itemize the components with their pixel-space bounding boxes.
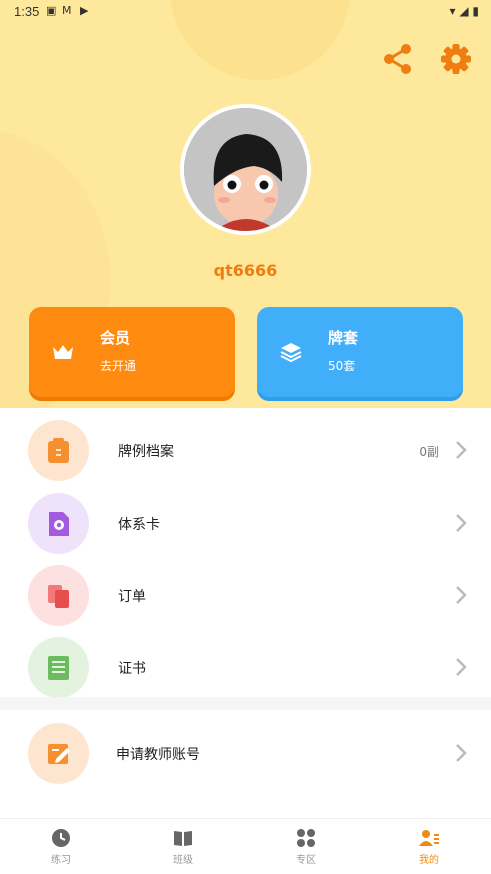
menu-icon-bg (28, 723, 89, 784)
clock-icon (52, 829, 70, 847)
menu-item-label: 申请教师账号 (116, 747, 200, 763)
menu-item-case-archive[interactable]: 牌例档案 0副 (0, 414, 491, 486)
section-divider (0, 697, 491, 710)
tab-class[interactable]: 班级 (122, 819, 244, 874)
status-time: 1:35 (14, 4, 40, 19)
status-right: ▾ ◢ ▮ (449, 4, 479, 18)
chevron-right-icon (456, 441, 467, 459)
tab-practice[interactable]: 练习 (0, 819, 122, 874)
vip-card-title: 会员 (100, 329, 131, 347)
status-bar: 1:35 ▣ M ▶ ▾ ◢ ▮ (0, 0, 491, 24)
document-gear-icon (49, 512, 69, 536)
menu-item-value: 0副 (419, 445, 439, 459)
tab-label: 练习 (51, 855, 71, 866)
certificate-icon (48, 656, 69, 680)
username: qt6666 (213, 261, 278, 280)
tab-zone[interactable]: 专区 (245, 819, 367, 874)
vip-card[interactable]: 会员 去开通 (29, 307, 235, 397)
user-list-icon (419, 830, 439, 846)
menu-item-label: 证书 (118, 661, 146, 677)
signal-icon: ◢ (459, 4, 469, 18)
chevron-right-icon (456, 744, 467, 762)
battery-icon: ▮ (472, 4, 479, 18)
crown-icon (53, 345, 73, 359)
menu-item-label: 体系卡 (118, 517, 160, 533)
chevron-right-icon (456, 586, 467, 604)
deck-card[interactable]: 牌套 50套 (257, 307, 463, 397)
vip-card-subtitle: 去开通 (100, 359, 137, 373)
deck-card-subtitle: 50套 (328, 359, 356, 373)
chevron-right-icon (456, 658, 467, 676)
menu-icon-bg (28, 493, 89, 554)
gmail-icon: M (62, 4, 72, 17)
order-icon (48, 585, 69, 608)
chevron-right-icon (456, 514, 467, 532)
menu-icon-bg (28, 637, 89, 698)
wifi-icon: ▾ (449, 4, 456, 18)
book-icon (174, 831, 192, 846)
tab-label: 专区 (296, 855, 316, 866)
menu-item-certificate[interactable]: 证书 (0, 631, 491, 703)
grid-dots-icon (297, 829, 315, 847)
menu-item-apply-teacher[interactable]: 申请教师账号 (0, 717, 491, 789)
edit-icon (48, 744, 70, 764)
menu-icon-bg (28, 420, 89, 481)
clipboard-icon (48, 438, 69, 463)
tab-label: 班级 (173, 855, 193, 866)
menu-item-orders[interactable]: 订单 (0, 559, 491, 631)
menu-item-label: 订单 (118, 589, 146, 605)
menu-item-system-card[interactable]: 体系卡 (0, 487, 491, 559)
a-icon: ▣ (46, 4, 57, 17)
layers-icon (280, 343, 302, 363)
menu-item-label: 牌例档案 (118, 444, 174, 460)
share-icon[interactable] (381, 42, 415, 76)
bottom-tab-bar: 练习 班级 专区 我的 (0, 818, 491, 874)
tab-label: 我的 (419, 855, 439, 866)
deck-card-title: 牌套 (328, 329, 359, 347)
tab-mine[interactable]: 我的 (368, 819, 490, 874)
avatar[interactable] (180, 104, 311, 235)
gear-icon[interactable] (439, 42, 473, 76)
avatar-image (184, 108, 307, 231)
play-store-icon: ▶ (80, 4, 89, 17)
menu-icon-bg (28, 565, 89, 626)
